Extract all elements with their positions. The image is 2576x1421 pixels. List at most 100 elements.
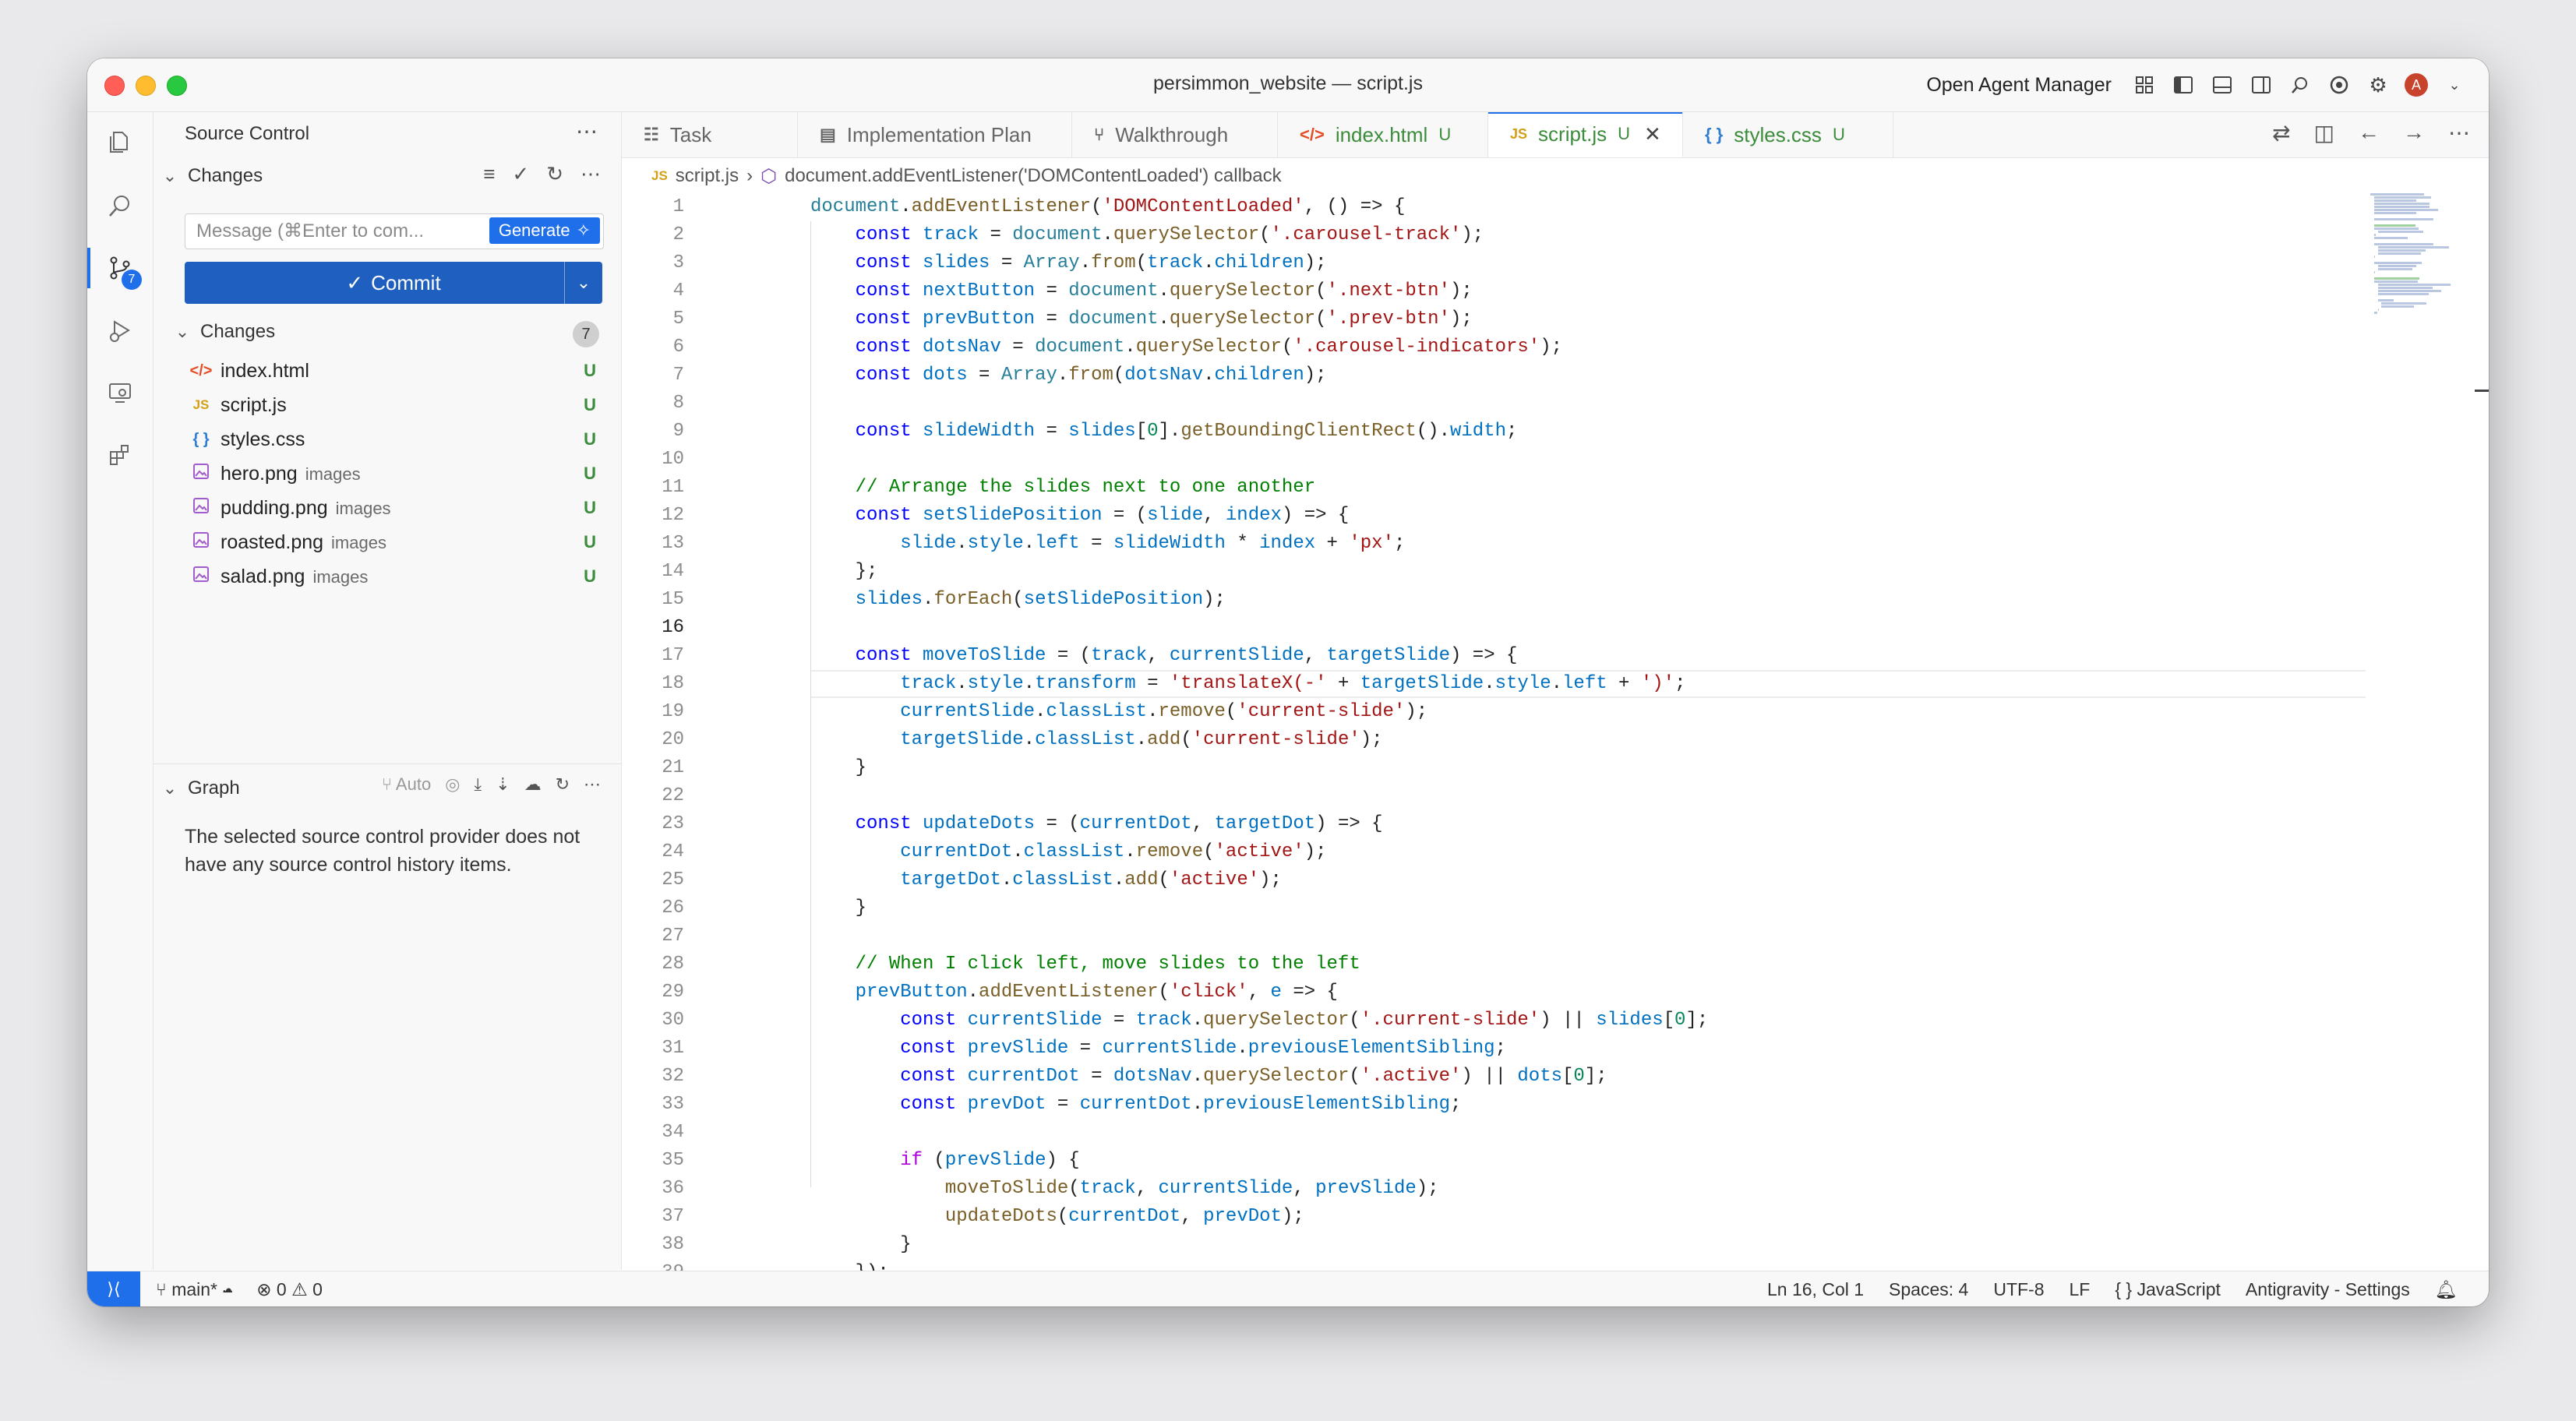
changes-group-header[interactable]: ⌄ Changes — [174, 321, 275, 343]
code-line[interactable]: 21 } — [622, 754, 2367, 782]
code-line[interactable]: 37 updateDots(currentDot, prevDot); — [622, 1203, 2367, 1231]
tab-script-js[interactable]: JS script.js U ✕ — [1488, 112, 1683, 157]
branch-status[interactable]: ⑂ main* ☁ — [156, 1279, 233, 1300]
code-line[interactable]: 7 const dots = Array.from(dotsNav.childr… — [622, 361, 2367, 390]
go-back-icon[interactable]: ← — [2358, 120, 2380, 146]
push-cloud-icon[interactable]: ☁ — [524, 774, 542, 795]
code-line[interactable]: 5 const prevButton = document.querySelec… — [622, 305, 2367, 333]
commit-check-icon[interactable]: ✓ — [512, 162, 529, 186]
code-line[interactable]: 22 — [622, 782, 2367, 810]
breadcrumb-file[interactable]: script.js — [676, 165, 739, 187]
target-icon[interactable]: ◎ — [445, 774, 460, 795]
code-line[interactable]: 29 prevButton.addEventListener('click', … — [622, 978, 2367, 1007]
changes-section-header[interactable]: ⌄ Changes — [161, 165, 263, 187]
close-tab-icon[interactable]: ✕ — [1644, 122, 1661, 146]
problems-status[interactable]: ⊗ 0 ⚠ 0 — [256, 1279, 323, 1300]
code-line[interactable]: 35 if (prevSlide) { — [622, 1147, 2367, 1175]
code-line[interactable]: 25 targetDot.classList.add('active'); — [622, 866, 2367, 894]
explorer-icon[interactable] — [87, 115, 153, 168]
cursor-position[interactable]: Ln 16, Col 1 — [1767, 1279, 1864, 1300]
search-view-icon[interactable] — [87, 179, 153, 232]
code-line[interactable]: 6 const dotsNav = document.querySelector… — [622, 333, 2367, 361]
toggle-secondary-sidebar-icon[interactable] — [2249, 72, 2274, 97]
code-line[interactable]: 31 const prevSlide = currentSlide.previo… — [622, 1035, 2367, 1063]
browser-icon[interactable] — [2327, 72, 2352, 97]
code-line[interactable]: 36 moveToSlide(track, currentSlide, prev… — [622, 1175, 2367, 1203]
notifications-bell-icon[interactable]: 🔔︎ — [2435, 1279, 2458, 1300]
commit-options-dropdown[interactable]: ⌄ — [564, 262, 602, 304]
view-as-tree-icon[interactable]: ≡ — [483, 162, 495, 186]
code-line[interactable]: 1 document.addEventListener('DOMContentLo… — [622, 193, 2367, 221]
changed-file-row[interactable]: salad.png images U — [154, 559, 621, 594]
end-of-line[interactable]: LF — [2070, 1279, 2091, 1300]
code-line[interactable]: 16 — [622, 614, 2367, 642]
pull-icon[interactable]: ⇣ — [496, 774, 510, 795]
code-line[interactable]: 3 const slides = Array.from(track.childr… — [622, 249, 2367, 277]
tab-index-html[interactable]: </> index.html U — [1278, 112, 1488, 157]
generate-commit-message-button[interactable]: Generate ✧ — [489, 217, 600, 244]
changed-file-row[interactable]: roasted.png images U — [154, 525, 621, 559]
more-actions-icon[interactable]: ⋯ — [584, 774, 601, 795]
code-line[interactable]: 2 const track = document.querySelector('… — [622, 221, 2367, 249]
tab-styles-css[interactable]: { } styles.css U — [1683, 112, 1893, 157]
code-line[interactable]: 13 slide.style.left = slideWidth * index… — [622, 530, 2367, 558]
commit-message-input[interactable] — [185, 214, 486, 249]
settings-status[interactable]: Antigravity - Settings — [2246, 1279, 2410, 1300]
code-line[interactable]: 17 const moveToSlide = (track, currentSl… — [622, 642, 2367, 670]
code-line[interactable]: 30 const currentSlide = track.querySelec… — [622, 1007, 2367, 1035]
more-actions-icon[interactable]: ⋯ — [2448, 120, 2470, 146]
go-forward-icon[interactable]: → — [2403, 120, 2425, 146]
code-line[interactable]: 15 slides.forEach(setSlidePosition); — [622, 586, 2367, 614]
code-line[interactable]: 23 const updateDots = (currentDot, targe… — [622, 810, 2367, 838]
changed-file-row[interactable]: hero.png images U — [154, 457, 621, 491]
more-actions-icon[interactable]: ⋯ — [580, 162, 601, 186]
changed-file-row[interactable]: pudding.png images U — [154, 491, 621, 525]
code-line[interactable]: 18 track.style.transform = 'translateX(-… — [622, 670, 2367, 698]
code-line[interactable]: 11 // Arrange the slides next to one ano… — [622, 474, 2367, 502]
tab-implementation-plan[interactable]: ▤ Implementation Plan — [798, 112, 1072, 157]
refresh-icon[interactable]: ↻ — [546, 162, 563, 186]
commit-button[interactable]: ✓ Commit ⌄ — [185, 262, 602, 304]
code-line[interactable]: 12 const setSlidePosition = (slide, inde… — [622, 502, 2367, 530]
refresh-icon[interactable]: ↻ — [556, 774, 570, 795]
settings-gear-icon[interactable]: ⚙ — [2366, 72, 2391, 97]
breadcrumb-symbol[interactable]: document.addEventListener('DOMContentLoa… — [785, 165, 1282, 187]
code-line[interactable]: 32 const currentDot = dotsNav.querySelec… — [622, 1063, 2367, 1091]
changed-file-row[interactable]: { } styles.css U — [154, 422, 621, 457]
minimap[interactable] — [2370, 193, 2487, 443]
changed-file-row[interactable]: JS script.js U — [154, 388, 621, 422]
run-and-debug-icon[interactable] — [87, 304, 153, 357]
code-line[interactable]: 34 — [622, 1119, 2367, 1147]
code-line[interactable]: 20 targetSlide.classList.add('current-sl… — [622, 726, 2367, 754]
changed-file-row[interactable]: </> index.html U — [154, 354, 621, 388]
extensions-icon[interactable] — [87, 428, 153, 481]
toggle-primary-sidebar-icon[interactable] — [2171, 72, 2196, 97]
fetch-icon[interactable]: ⤓ — [474, 774, 482, 795]
code-line[interactable]: 10 — [622, 446, 2367, 474]
remote-explorer-icon[interactable] — [87, 366, 153, 419]
search-icon[interactable] — [2288, 72, 2313, 97]
code-line[interactable]: 38 } — [622, 1231, 2367, 1259]
tab-task[interactable]: ☷ Task — [622, 112, 798, 157]
remote-indicator-icon[interactable]: ⟩⟨ — [87, 1271, 140, 1306]
code-line[interactable]: 8 — [622, 390, 2367, 418]
code-line[interactable]: 26 } — [622, 894, 2367, 922]
code-line[interactable]: 9 const slideWidth = slides[0].getBoundi… — [622, 418, 2367, 446]
auto-branch-icon[interactable]: ⑂ Auto — [382, 774, 431, 795]
code-line[interactable]: 14 }; — [622, 558, 2367, 586]
avatar[interactable]: A — [2405, 73, 2428, 97]
encoding[interactable]: UTF-8 — [1993, 1279, 2044, 1300]
language-mode[interactable]: { } JavaScript — [2115, 1279, 2221, 1300]
toggle-panel-icon[interactable] — [2210, 72, 2235, 97]
graph-section-header[interactable]: ⌄ Graph — [161, 777, 240, 799]
tab-walkthrough[interactable]: ⑂ Walkthrough — [1072, 112, 1278, 157]
account-chevron-down-icon[interactable]: ⌄ — [2442, 72, 2467, 97]
code-line[interactable]: 24 currentDot.classList.remove('active')… — [622, 838, 2367, 866]
source-control-icon[interactable]: 7 — [87, 242, 153, 294]
code-line[interactable]: 28 // When I click left, move slides to … — [622, 950, 2367, 978]
layout-customize-icon[interactable] — [2132, 72, 2157, 97]
code-line[interactable]: 4 const nextButton = document.querySelec… — [622, 277, 2367, 305]
split-editor-icon[interactable]: ◫ — [2314, 120, 2334, 146]
code-line[interactable]: 27 — [622, 922, 2367, 950]
code-line[interactable]: 19 currentSlide.classList.remove('curren… — [622, 698, 2367, 726]
